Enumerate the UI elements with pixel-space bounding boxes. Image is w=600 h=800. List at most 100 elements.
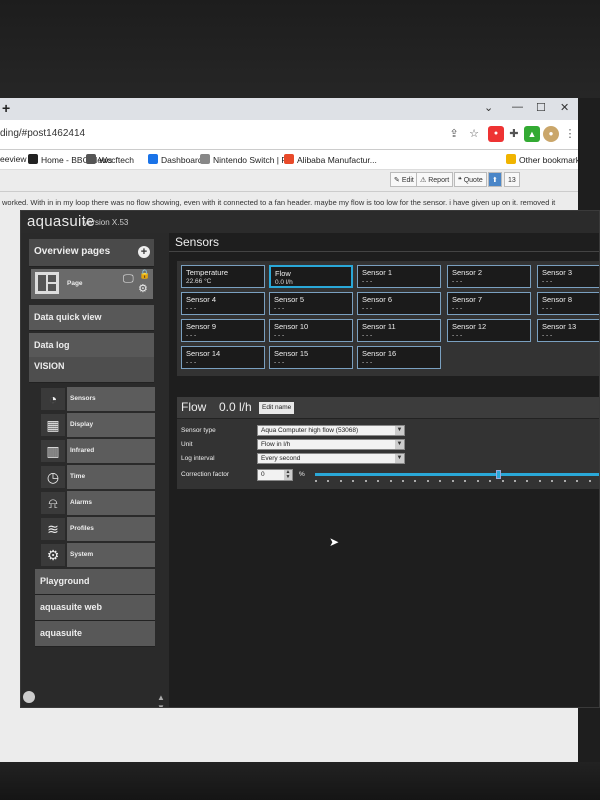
sensor-tile[interactable]: Sensor 4- - - — [181, 292, 265, 315]
like-icon[interactable]: ⬆ — [488, 172, 502, 187]
edit-post-button[interactable]: ✎ Edit — [390, 172, 418, 187]
sensor-value: - - - — [542, 278, 553, 285]
sensor-tile[interactable]: Sensor 16- - - — [357, 346, 441, 369]
new-tab-button[interactable]: + — [2, 100, 10, 116]
scroll-down-icon[interactable]: ▼ — [157, 703, 165, 707]
sensor-tile[interactable]: Sensor 12- - - — [447, 319, 531, 342]
bookmark-item[interactable]: Other bookmarks — [506, 154, 580, 165]
close-button[interactable]: ✕ — [560, 101, 569, 114]
nav-aquasuite-web[interactable]: aquasuite web — [35, 595, 155, 621]
log-interval-select[interactable]: Every second ▼ — [257, 453, 405, 464]
edit-name-button[interactable]: Edit name — [259, 402, 295, 414]
extension-red-icon[interactable]: ● — [488, 126, 504, 142]
sensor-name: Sensor 16 — [362, 349, 397, 358]
slider-tick — [315, 480, 317, 482]
bookmark-item[interactable]: Nintendo Switch | P... — [200, 154, 293, 165]
sensor-tile[interactable]: Sensor 2- - - — [447, 265, 531, 288]
slider-tick — [389, 480, 392, 482]
sidebar: Overview pages + Page 🖵 🔒 ⚙ Data quick v… — [21, 233, 169, 707]
sensor-type-select[interactable]: Aqua Computer high flow (53068) ▼ — [257, 425, 405, 436]
sensor-value: - - - — [186, 332, 197, 339]
slider-tick — [576, 480, 579, 482]
correction-slider-track[interactable] — [315, 473, 599, 476]
sensor-name: Sensor 3 — [542, 268, 573, 277]
bookmark-item[interactable]: Dashboard — [148, 154, 203, 165]
spinner-icon[interactable]: ▲ ▼ — [284, 470, 292, 480]
sidebar-item-sensors[interactable]: ◔ Sensors — [39, 387, 155, 411]
url-text[interactable]: ding/#post1462414 — [0, 128, 85, 139]
sensor-tile[interactable]: Temperature 22.66 °C — [181, 265, 265, 288]
minimize-button[interactable]: — — [512, 101, 523, 113]
nav-vision[interactable]: VISION — [29, 357, 154, 383]
avatar[interactable]: ● — [543, 126, 559, 142]
sensor-name: Temperature — [186, 268, 229, 277]
bookmark-item[interactable]: Wccftech — [86, 154, 134, 165]
app-version: Version X.53 — [83, 218, 129, 227]
sensor-tile[interactable]: Sensor 9- - - — [181, 319, 265, 342]
sensor-value: - - - — [452, 305, 463, 312]
sensor-tile[interactable]: Sensor 5- - - — [269, 292, 353, 315]
gear-icon[interactable]: ⚙ — [138, 282, 148, 295]
puzzle-icon[interactable]: ✚ — [506, 126, 522, 142]
sensor-tile[interactable]: Sensor 13- - - — [537, 319, 599, 342]
sensor-tile[interactable]: Flow 0.0 l/h — [269, 265, 353, 288]
nav-overview-pages[interactable]: Overview pages — [29, 239, 154, 267]
sidebar-item-time[interactable]: ◷ Time — [39, 465, 155, 489]
share-icon[interactable]: ⇪ — [446, 126, 462, 142]
nav-data-log[interactable]: Data log — [29, 333, 154, 359]
sensor-value: - - - — [452, 332, 463, 339]
tab-search-icon[interactable]: ⌄ — [484, 101, 493, 114]
sensor-tile[interactable]: Sensor 6- - - — [357, 292, 441, 315]
address-bar[interactable]: ding/#post1462414 ⇪ ☆ ● ✚ ▲ ● ⋮ — [0, 120, 580, 150]
scroll-up-icon[interactable]: ▲ — [157, 693, 165, 702]
sensor-tile[interactable]: Sensor 7- - - — [447, 292, 531, 315]
nav-playground[interactable]: Playground — [35, 569, 155, 595]
page-tile[interactable]: Page 🖵 🔒 ⚙ — [31, 269, 153, 299]
slider-tick — [501, 480, 504, 482]
sidebar-item-label: Infrared — [67, 439, 155, 463]
sidebar-item-profiles[interactable]: ≋ Profiles — [39, 517, 155, 541]
sensor-tile[interactable]: Sensor 10- - - — [269, 319, 353, 342]
sensor-name: Sensor 8 — [542, 295, 573, 304]
unit-select[interactable]: Flow in l/h ▼ — [257, 439, 405, 450]
sensor-tile[interactable]: Sensor 11- - - — [357, 319, 441, 342]
monitor-icon[interactable]: 🖵 — [123, 273, 134, 286]
sidebar-item-infrared[interactable]: ▥ Infrared — [39, 439, 155, 463]
nav-data-quick-view[interactable]: Data quick view — [29, 305, 154, 331]
nav-aquasuite[interactable]: aquasuite — [35, 621, 155, 647]
sensor-tile[interactable]: Sensor 15- - - — [269, 346, 353, 369]
sensor-tile[interactable]: Sensor 14- - - — [181, 346, 265, 369]
extension-green-icon[interactable]: ▲ — [524, 126, 540, 142]
monitor-bezel-bottom — [0, 762, 600, 800]
sidebar-item-system[interactable]: ⚙ System — [39, 543, 155, 567]
chevron-down-icon: ▼ — [395, 454, 404, 463]
correction-factor-input[interactable]: 0 ▲ ▼ — [257, 469, 293, 481]
lock-icon[interactable]: 🔒 — [139, 269, 150, 280]
sensor-name: Sensor 2 — [452, 268, 483, 277]
bookmark-favicon-icon — [506, 154, 516, 164]
report-button[interactable]: ⚠ Report — [416, 172, 454, 187]
gear-icon: ⚙ — [41, 544, 65, 566]
quote-button[interactable]: ❝ Quote — [454, 172, 487, 187]
sensor-tile[interactable]: Sensor 8- - - — [537, 292, 599, 315]
star-icon[interactable]: ☆ — [466, 126, 482, 142]
menu-icon[interactable]: ⋮ — [562, 126, 578, 142]
bookmark-item[interactable]: Alibaba Manufactur... — [284, 154, 377, 165]
maximize-button[interactable]: ☐ — [536, 101, 546, 114]
sensor-name: Sensor 14 — [186, 349, 221, 358]
slider-tick — [526, 480, 529, 482]
bookmark-favicon-icon — [28, 154, 38, 164]
correction-slider-thumb[interactable] — [496, 470, 502, 479]
add-page-icon[interactable]: + — [138, 246, 150, 258]
slider-tick — [476, 480, 479, 482]
sensor-name: Sensor 1 — [362, 268, 393, 277]
sidebar-item-alarms[interactable]: ⍾ Alarms — [39, 491, 155, 515]
sensor-tile[interactable]: Sensor 1- - - — [357, 265, 441, 288]
sidebar-item-display[interactable]: ▦ Display — [39, 413, 155, 437]
sidebar-item-label: Alarms — [67, 491, 155, 515]
browser-titlebar: + ⌄ — ☐ ✕ — [0, 98, 580, 120]
sensor-tile[interactable]: Sensor 3- - - — [537, 265, 599, 288]
sensor-name: Sensor 5 — [274, 295, 305, 304]
sensor-grid: Temperature 22.66 °C Flow 0.0 l/h Sensor 1- … — [177, 261, 599, 376]
bookmark-item[interactable]: eeview — [0, 154, 26, 164]
